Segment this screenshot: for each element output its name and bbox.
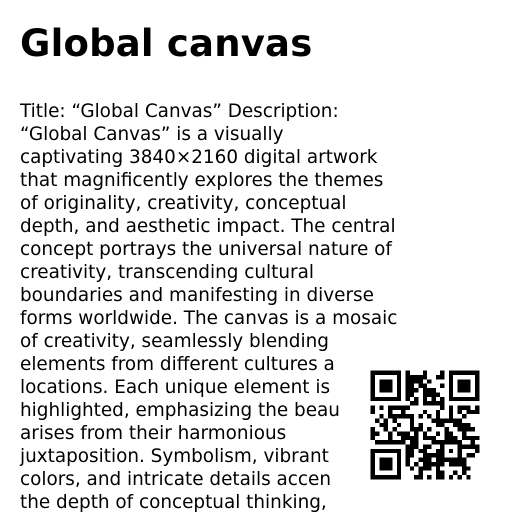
description-line: captivating 3840×2160 digital artwork xyxy=(20,147,378,168)
qr-code-graphic xyxy=(362,362,488,488)
document-page: Global canvas Title: “Global Canvas” Des… xyxy=(0,0,512,512)
description-line: that magnificently explores the themes xyxy=(20,170,384,191)
description-line: creativity, transcending cultural xyxy=(20,262,314,283)
description-line: Title: “Global Canvas” Description: xyxy=(20,101,339,122)
description-line: of creativity, seamlessly blending xyxy=(20,331,329,352)
description-line: depth, and aesthetic impact. The central xyxy=(20,216,396,237)
description-line: concept portrays the universal nature of xyxy=(20,239,392,260)
description-line: boundaries and manifesting in diverse xyxy=(20,285,374,306)
description-line: forms worldwide. The canvas is a mosaic xyxy=(20,308,398,329)
page-title: Global canvas xyxy=(20,22,313,65)
description-line: the depth of conceptual thinking, xyxy=(20,492,327,512)
description-line: of originality, creativity, conceptual xyxy=(20,193,347,214)
qr-code-icon xyxy=(362,362,488,488)
description-line: “Global Canvas” is a visually xyxy=(20,124,284,145)
